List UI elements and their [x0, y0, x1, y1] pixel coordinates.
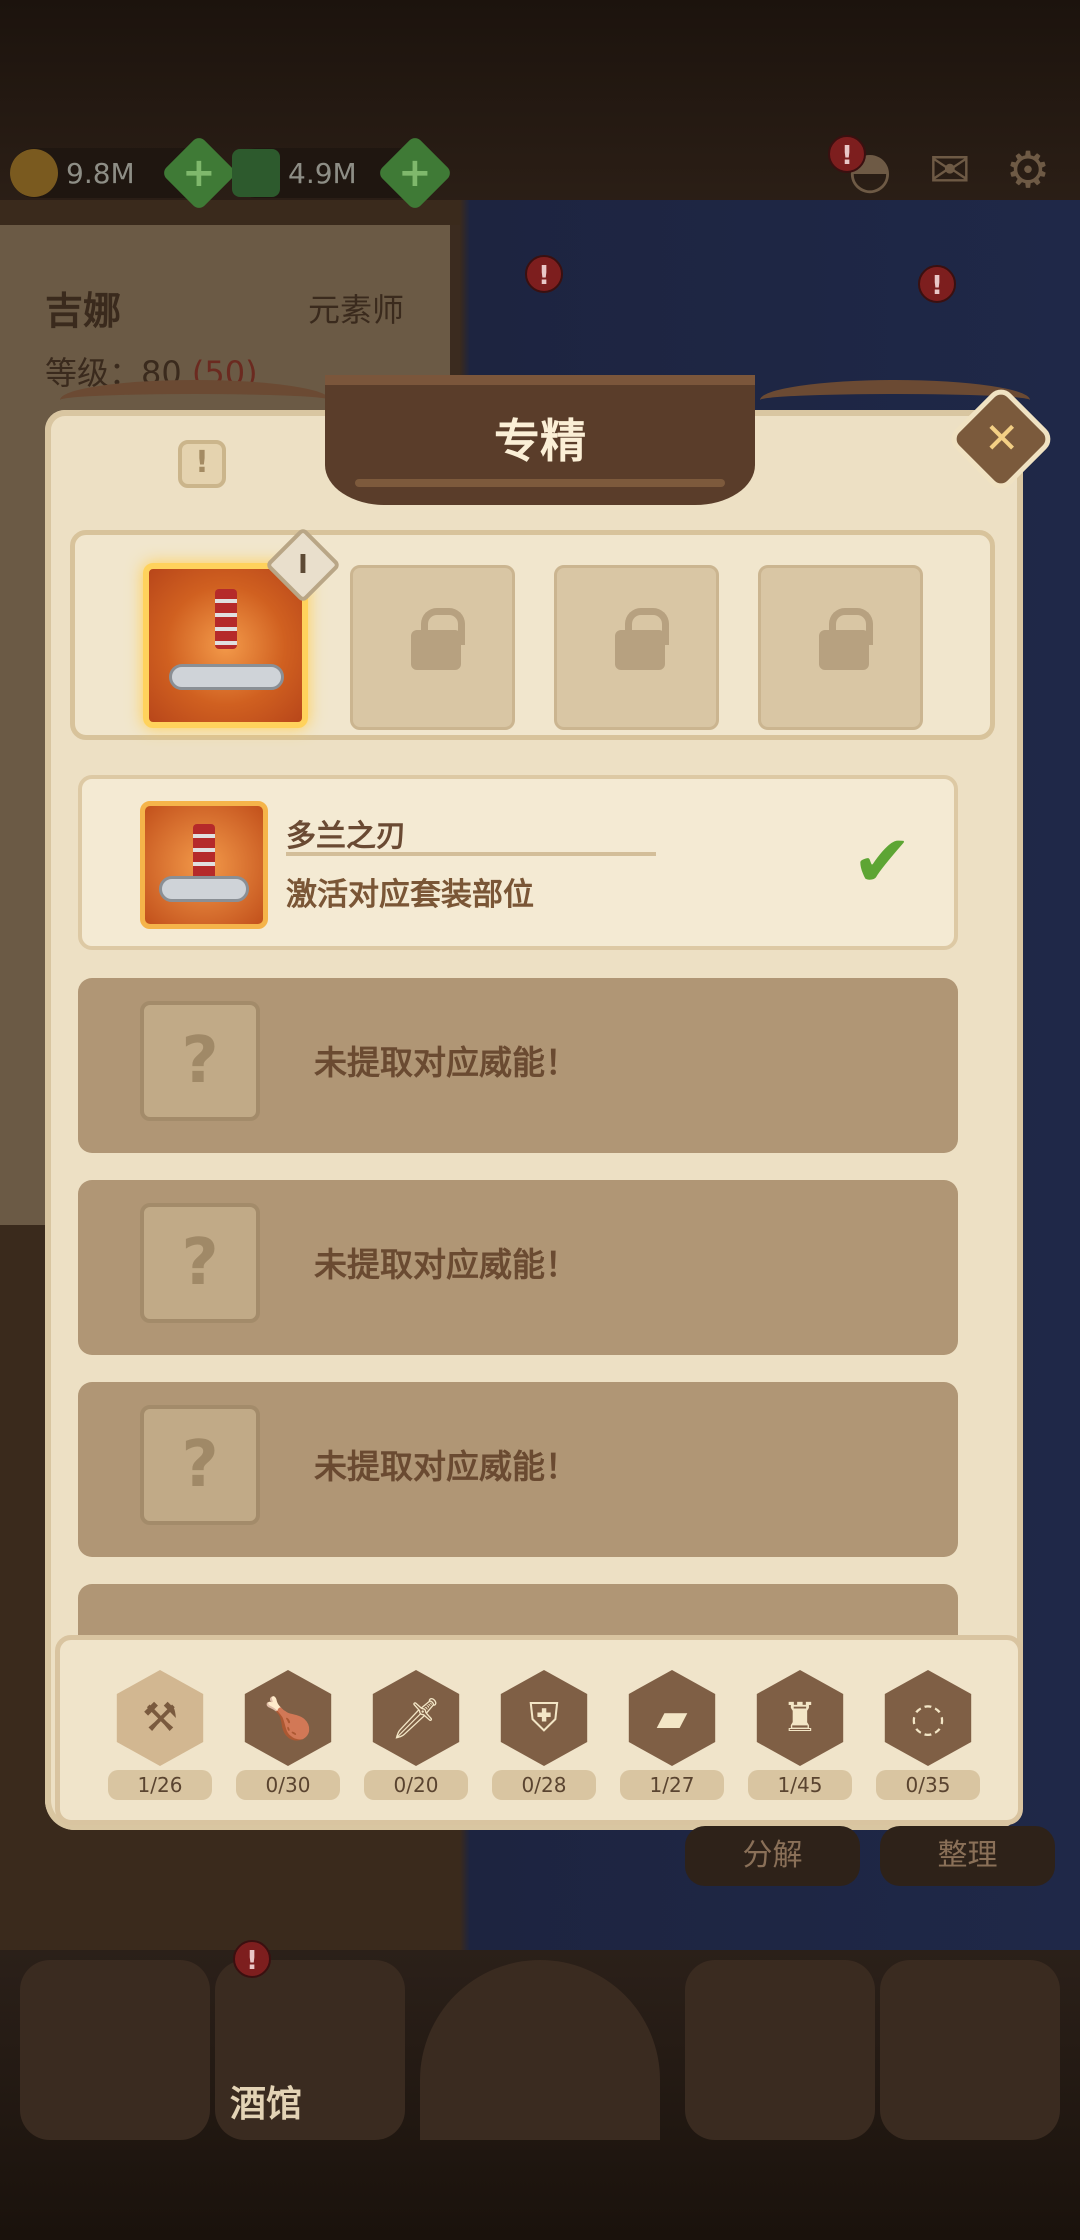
category-bar: ⚒ 1/26 🍗 0/30 🗡 0/20 ⛨ 0/28 ▰ 1/27 ♜ 1/4… [55, 1635, 1023, 1825]
specialization-item-locked[interactable]: ? 未提取对应威能！ [78, 978, 958, 1153]
category-count: 1/26 [108, 1770, 212, 1800]
lock-icon [411, 608, 465, 670]
sword-icon: 🗡 [372, 1670, 460, 1766]
checkmark-icon: ✔ [852, 819, 913, 903]
nav-tavern-label: 酒馆 [230, 2084, 303, 2125]
specialization-item-locked[interactable]: ? 未提取对应威能！ [78, 1382, 958, 1557]
specialization-item-locked[interactable]: ? 未提取对应威能！ [78, 1180, 958, 1355]
nav-forge[interactable] [880, 1960, 1060, 2140]
shield-icon: ⛨ [500, 1670, 588, 1766]
divider [286, 852, 656, 856]
locked-text: 未提取对应威能！ [314, 1043, 578, 1082]
gem-icon [232, 149, 280, 197]
category-weapon[interactable]: ⚒ 1/26 [108, 1670, 212, 1800]
add-gold-button[interactable]: + [160, 134, 238, 212]
slot-2-locked[interactable] [350, 565, 515, 730]
sort-button[interactable]: 整理 [880, 1826, 1055, 1886]
lock-icon [819, 608, 873, 670]
notification-badge: ! [233, 1940, 271, 1978]
category-count: 1/27 [620, 1770, 724, 1800]
locked-text: 未提取对应威能！ [314, 1245, 578, 1284]
category-count: 0/28 [492, 1770, 596, 1800]
notification-badge: ! [828, 135, 866, 173]
banner-curl-left [60, 380, 330, 420]
item-name: 多兰之刃 [286, 819, 406, 854]
notification-badge: ! [525, 255, 563, 293]
category-book[interactable]: ▰ 1/27 [620, 1670, 724, 1800]
slot-4-locked[interactable] [758, 565, 923, 730]
category-shield[interactable]: ⛨ 0/28 [492, 1670, 596, 1800]
unknown-icon: ? [140, 1001, 260, 1121]
category-meat[interactable]: 🍗 0/30 [236, 1670, 340, 1800]
modal-title: 专精 [494, 414, 586, 468]
necklace-icon: ◌ [884, 1670, 972, 1766]
category-armor[interactable]: ♜ 1/45 [748, 1670, 852, 1800]
lock-icon [615, 608, 669, 670]
meat-icon: 🍗 [244, 1670, 332, 1766]
weapon-icon: ⚒ [116, 1670, 204, 1766]
gold-coin-icon [10, 149, 58, 197]
hero-name: 吉娜 [45, 289, 122, 333]
category-necklace[interactable]: ◌ 0/35 [876, 1670, 980, 1800]
slot-3-locked[interactable] [554, 565, 719, 730]
decompose-button[interactable]: 分解 [685, 1826, 860, 1886]
item-description: 激活对应套装部位 [286, 877, 534, 913]
close-icon: ✕ [984, 413, 1020, 463]
category-count: 1/45 [748, 1770, 852, 1800]
nav-shop[interactable] [685, 1960, 875, 2140]
category-count: 0/35 [876, 1770, 980, 1800]
category-sword[interactable]: 🗡 0/20 [364, 1670, 468, 1800]
locked-text: 未提取对应威能！ [314, 1447, 578, 1486]
info-button[interactable]: ! [178, 440, 226, 488]
armor-icon: ♜ [756, 1670, 844, 1766]
sword-icon [214, 589, 237, 649]
category-count: 0/30 [236, 1770, 340, 1800]
unknown-icon: ? [140, 1405, 260, 1525]
hero-class: 元素师 [308, 291, 405, 329]
add-gem-button[interactable]: + [376, 134, 454, 212]
specialization-slots [70, 530, 995, 740]
specialization-item-active[interactable]: 多兰之刃 激活对应套装部位 ✔ [78, 775, 958, 950]
notification-badge: ! [918, 265, 956, 303]
book-icon: ▰ [628, 1670, 716, 1766]
dorans-blade-icon [140, 801, 268, 929]
unknown-icon: ? [140, 1203, 260, 1323]
mail-icon[interactable]: ✉ [920, 140, 980, 200]
nav-home[interactable] [20, 1960, 210, 2140]
gear-icon[interactable]: ⚙ [998, 140, 1058, 200]
category-count: 0/20 [364, 1770, 468, 1800]
